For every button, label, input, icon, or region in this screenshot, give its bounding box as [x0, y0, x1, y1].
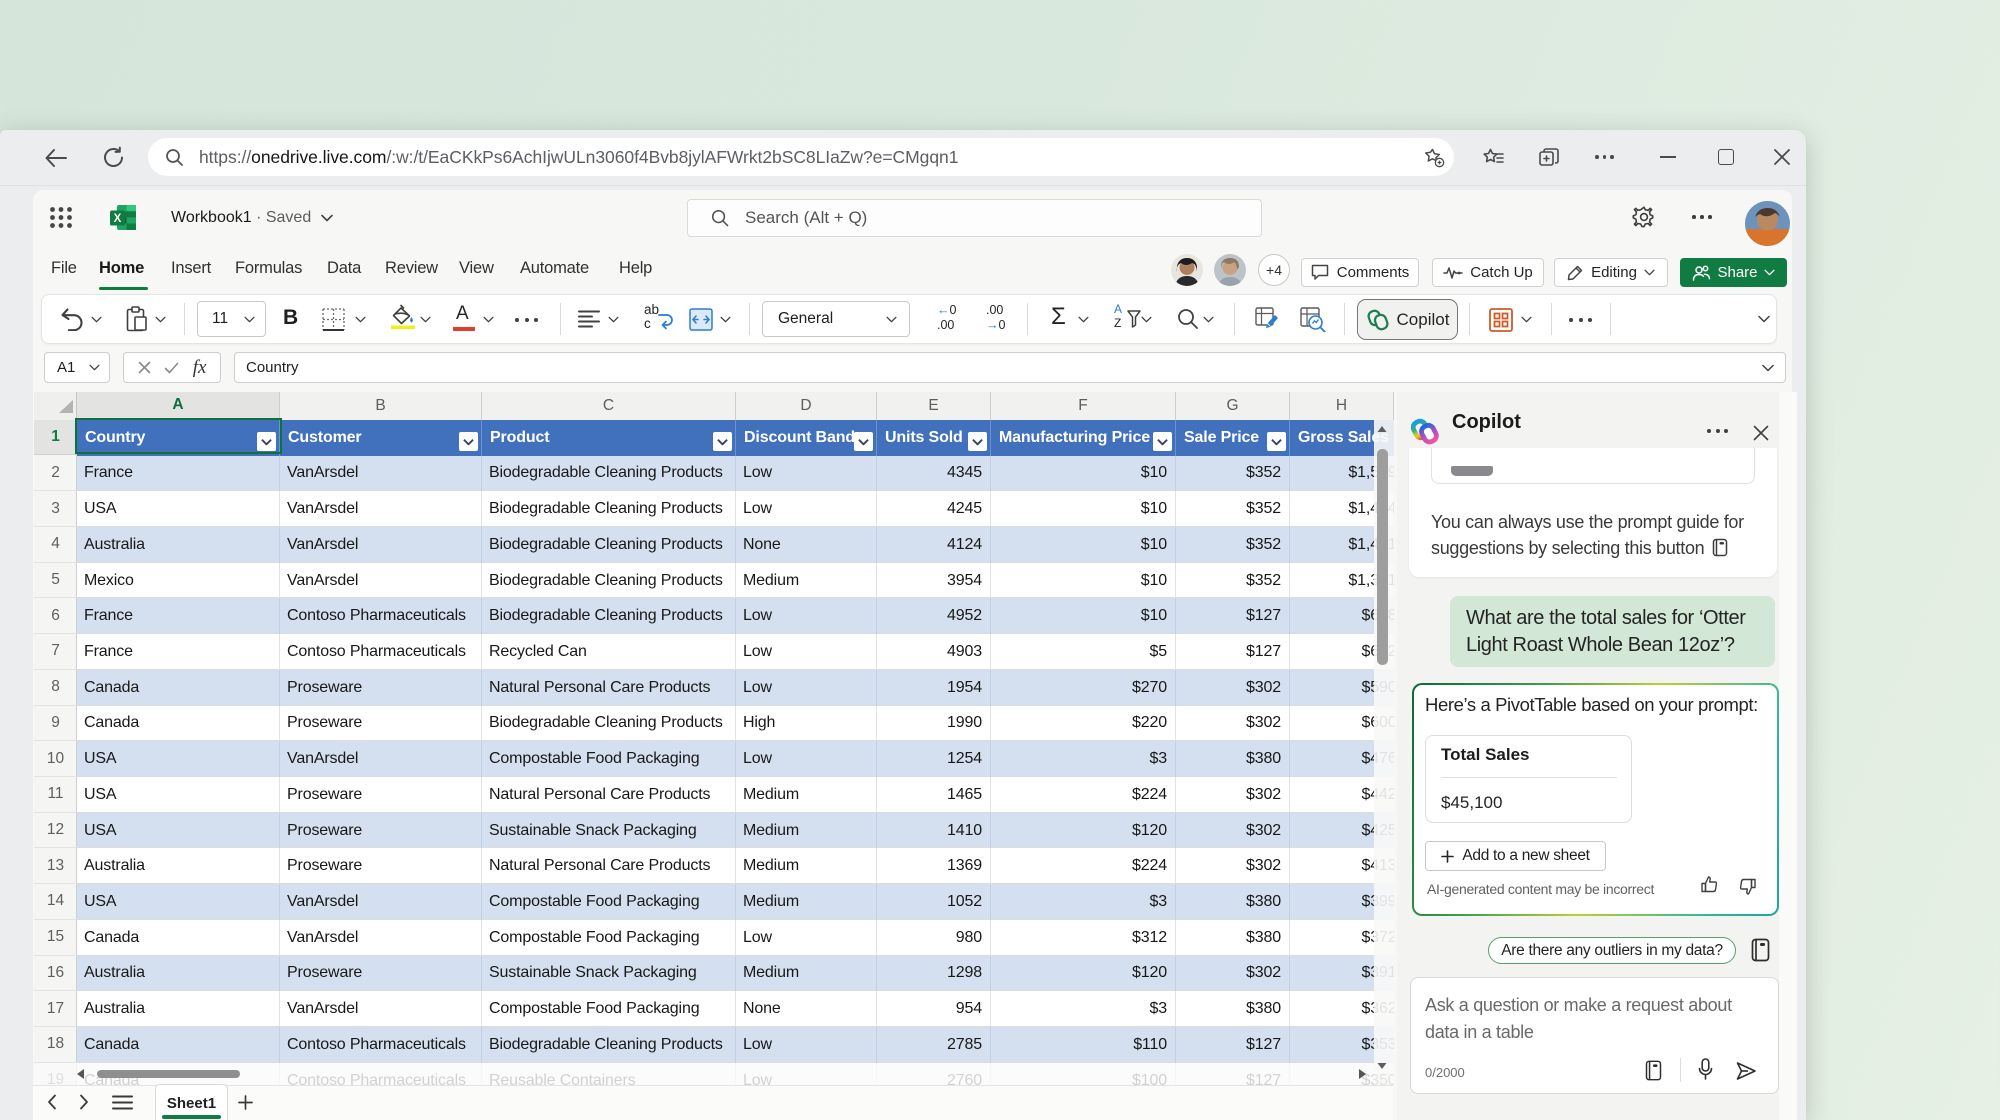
- svg-text:X: X: [114, 213, 122, 225]
